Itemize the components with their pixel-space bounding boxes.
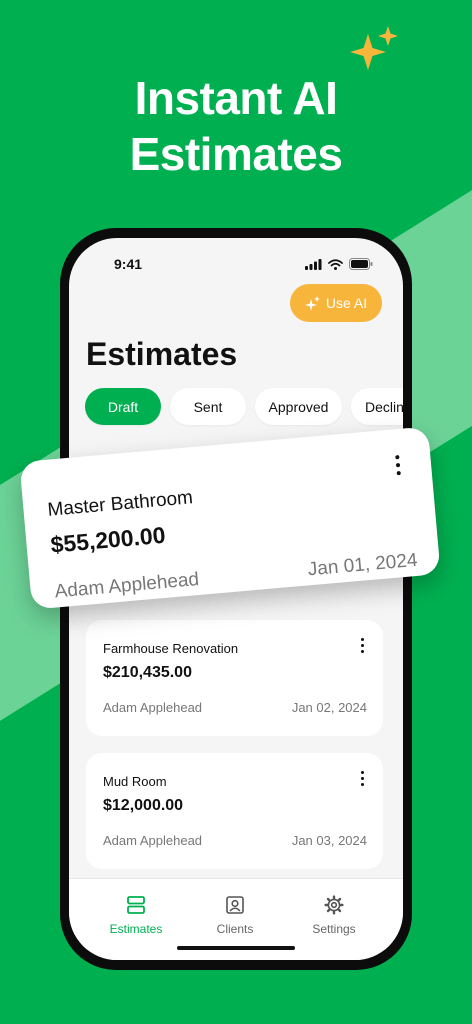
tab-estimates-label: Estimates <box>109 922 163 936</box>
page-title: Estimates <box>86 336 238 372</box>
status-bar: 9:41 <box>69 238 403 288</box>
sparkles-icon <box>350 26 398 70</box>
tab-estimates[interactable]: Estimates <box>96 895 176 936</box>
estimate-amount: $55,200.00 <box>49 521 167 558</box>
tab-clients[interactable]: Clients <box>195 895 275 936</box>
estimate-card[interactable]: Farmhouse Renovation $210,435.00 Adam Ap… <box>86 620 383 736</box>
sparkle-icon <box>304 295 320 311</box>
filter-tab-draft[interactable]: Draft <box>85 388 161 425</box>
use-ai-label: Use AI <box>325 295 368 311</box>
estimate-client: Adam Applehead <box>103 700 203 715</box>
status-icons <box>305 258 373 270</box>
estimates-icon <box>127 896 145 914</box>
estimate-amount: $210,435.00 <box>103 664 192 681</box>
more-options-icon[interactable] <box>395 455 402 479</box>
more-options-icon[interactable] <box>361 771 365 789</box>
estimate-client: Adam Applehead <box>103 833 203 848</box>
headline-line-1: Instant AI <box>134 72 338 124</box>
wifi-icon <box>328 258 343 270</box>
headline-line-2: Estimates <box>129 128 343 180</box>
filter-tab-declined[interactable]: Declin <box>351 388 403 425</box>
headline: Instant AI Estimates <box>0 70 472 182</box>
estimate-amount: $12,000.00 <box>103 797 184 814</box>
gear-icon <box>324 895 344 915</box>
estimate-date: Jan 01, 2024 <box>307 549 419 581</box>
home-indicator <box>177 946 295 950</box>
estimate-name: Master Bathroom <box>46 487 194 521</box>
estimate-card[interactable]: Mud Room $12,000.00 Adam Applehead Jan 0… <box>86 753 383 869</box>
estimate-date: Jan 02, 2024 <box>291 700 367 715</box>
filter-tab-approved[interactable]: Approved <box>255 388 342 425</box>
clients-icon <box>226 896 244 914</box>
tab-clients-label: Clients <box>216 922 254 936</box>
use-ai-button[interactable]: Use AI <box>290 284 382 322</box>
estimate-name: Farmhouse Renovation <box>103 641 239 656</box>
more-options-icon[interactable] <box>361 638 365 656</box>
tab-settings[interactable]: Settings <box>294 895 374 936</box>
estimate-name: Mud Room <box>103 774 167 789</box>
filter-tab-sent[interactable]: Sent <box>170 388 246 425</box>
tab-settings-label: Settings <box>312 922 356 936</box>
status-time: 9:41 <box>114 256 143 272</box>
estimate-date: Jan 03, 2024 <box>291 833 367 848</box>
bottom-tab-bar: Estimates Clients Settings <box>69 878 403 960</box>
signal-icon <box>305 258 322 270</box>
battery-icon <box>349 258 373 270</box>
status-filter-tabs: Draft Sent Approved Declin <box>85 388 403 425</box>
